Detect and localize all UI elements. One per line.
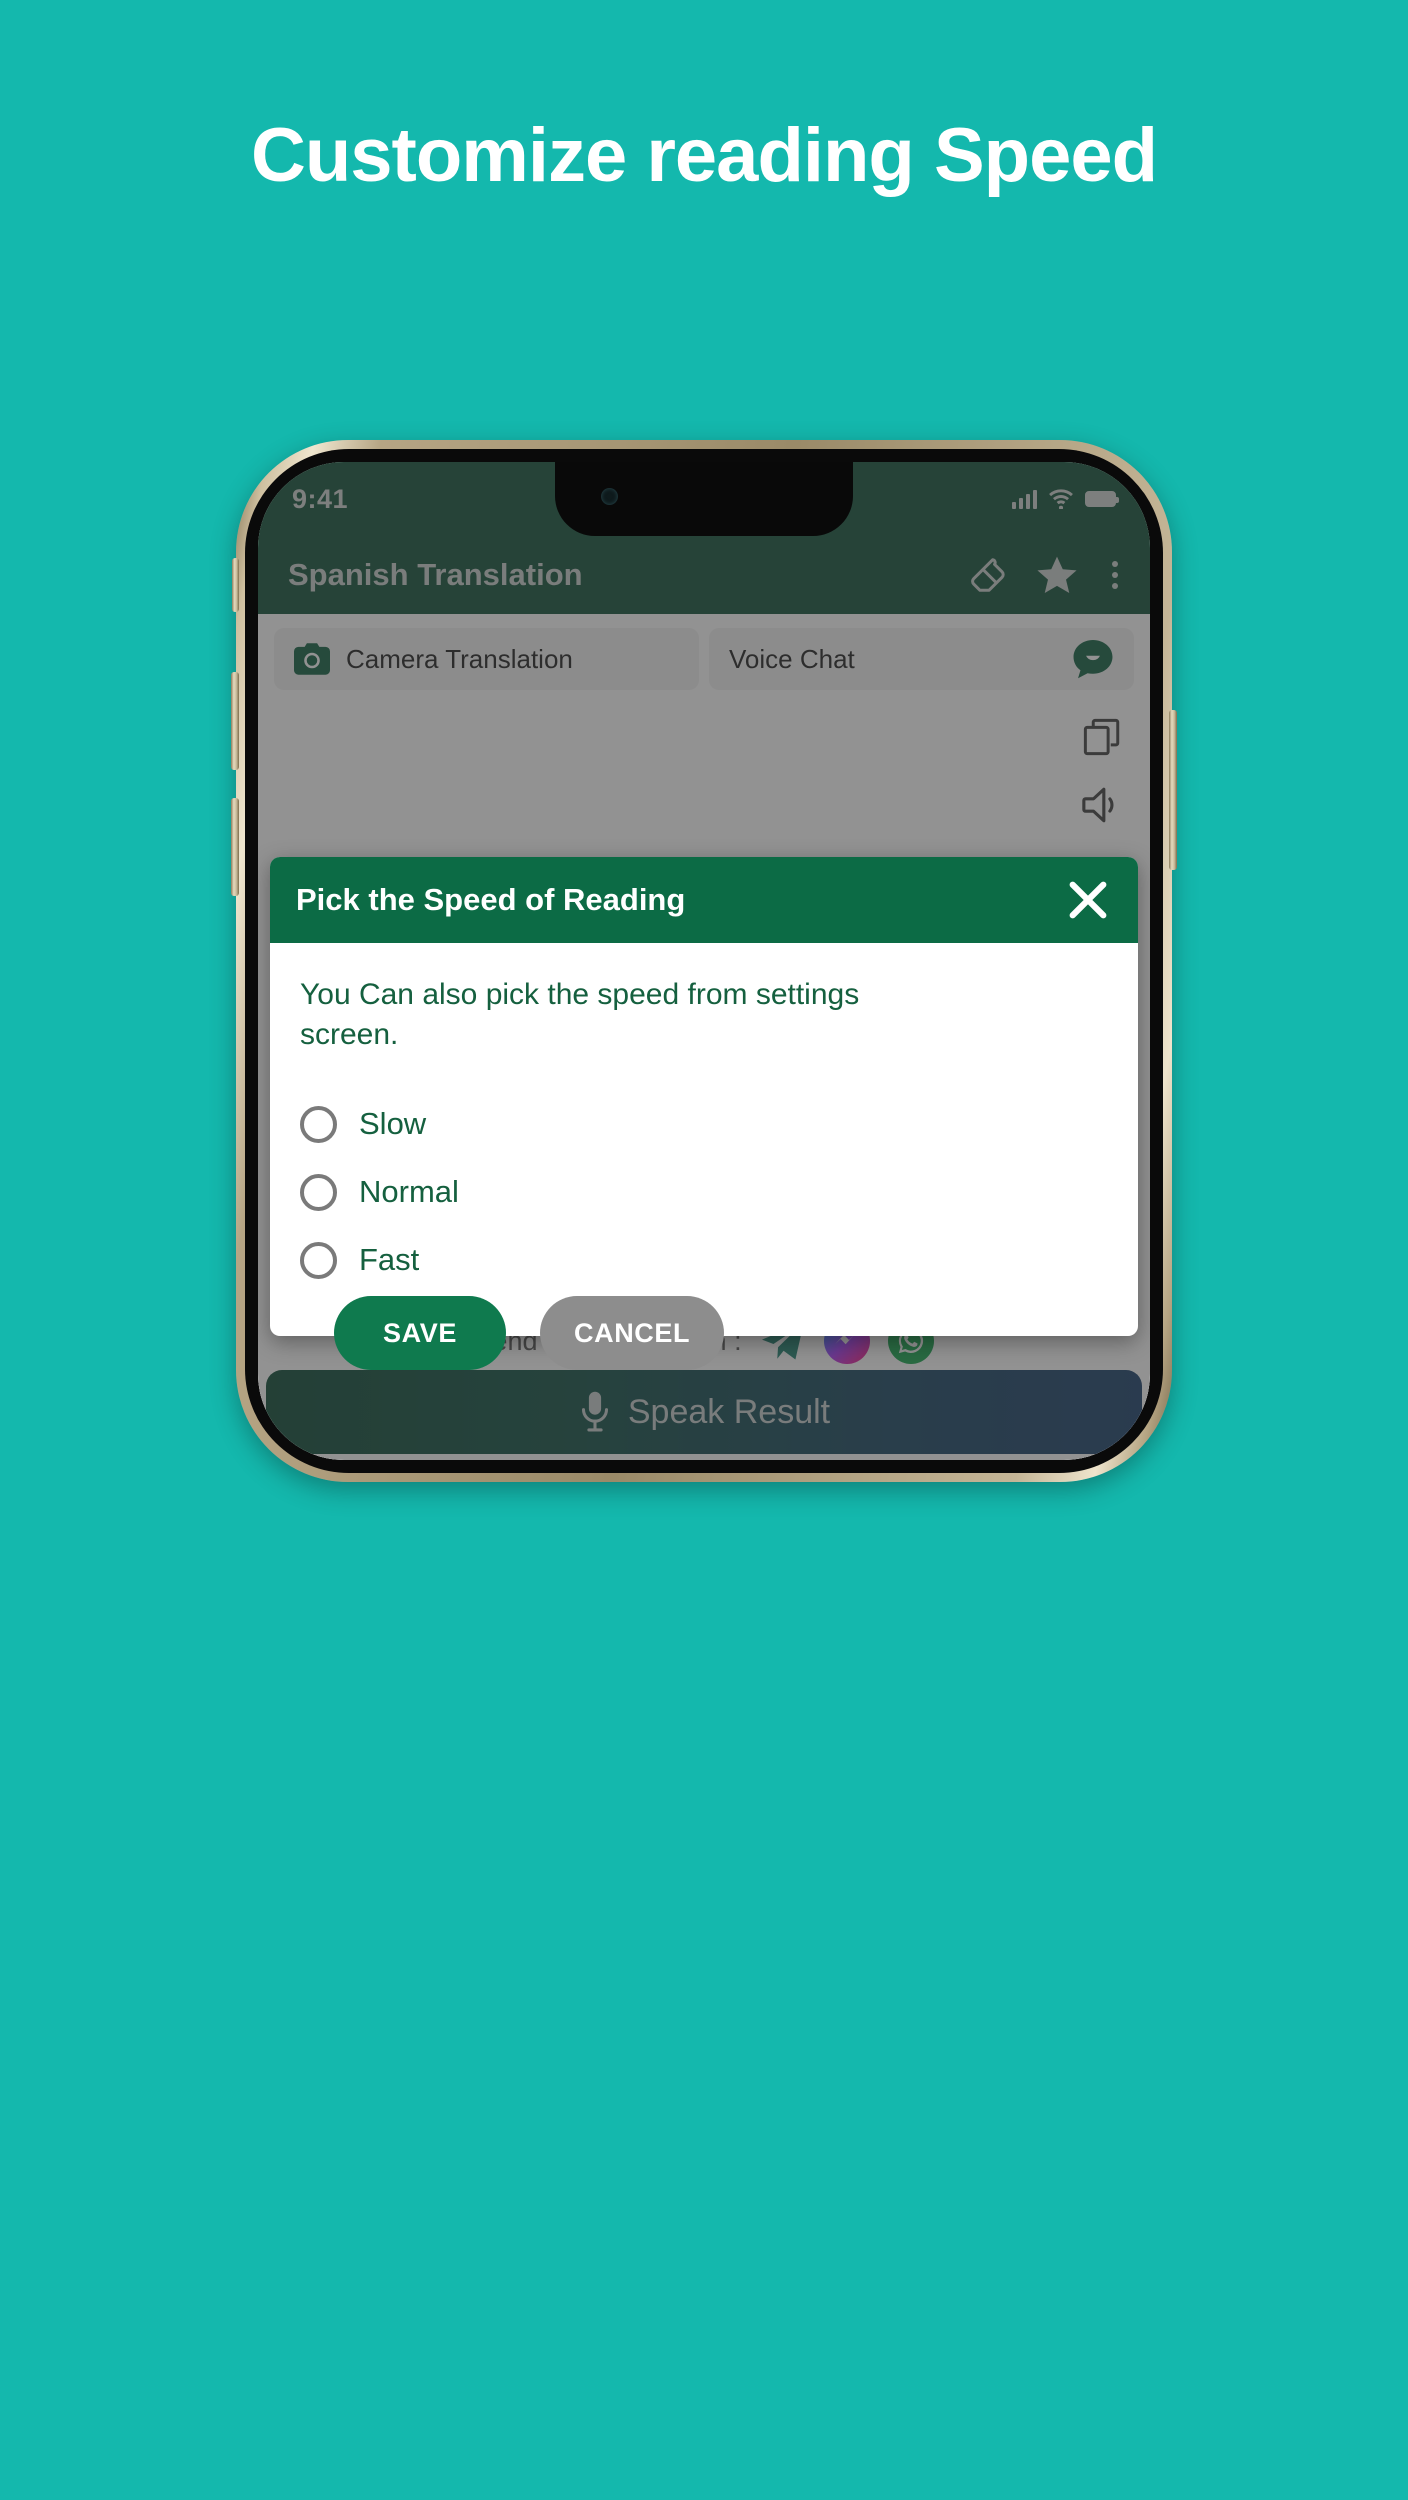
radio-option-normal[interactable]: Normal xyxy=(300,1158,1108,1226)
power-button[interactable] xyxy=(1169,710,1177,870)
display-notch xyxy=(555,462,853,536)
page-title: Customize reading Speed xyxy=(250,113,1158,198)
save-button[interactable]: SAVE xyxy=(334,1296,506,1371)
dialog-title: Pick the Speed of Reading xyxy=(296,882,686,917)
phone-mockup: 9:41 Spanish Translation xyxy=(231,440,1177,1482)
silent-switch-button[interactable] xyxy=(232,558,239,612)
dialog-header: Pick the Speed of Reading xyxy=(270,857,1138,943)
radio-option-normal-label: Normal xyxy=(359,1174,459,1210)
front-camera-icon xyxy=(601,488,618,505)
speed-dialog: Pick the Speed of Reading You Can also p… xyxy=(270,857,1138,1371)
radio-button-icon[interactable] xyxy=(300,1105,337,1143)
radio-button-icon[interactable] xyxy=(300,1241,337,1279)
radio-option-fast[interactable]: Fast xyxy=(300,1226,1108,1294)
radio-option-slow[interactable]: Slow xyxy=(300,1090,1108,1158)
radio-button-icon[interactable] xyxy=(300,1173,337,1211)
dialog-message: You Can also pick the speed from setting… xyxy=(300,978,860,1051)
radio-option-slow-label: Slow xyxy=(359,1106,427,1142)
volume-up-button[interactable] xyxy=(231,672,239,770)
cancel-button[interactable]: CANCEL xyxy=(540,1296,725,1371)
radio-option-fast-label: Fast xyxy=(359,1242,420,1278)
close-icon[interactable] xyxy=(1062,874,1114,926)
dialog-body: You Can also pick the speed from setting… xyxy=(270,943,1138,1336)
dialog-actions: SAVE CANCEL xyxy=(270,1296,1138,1371)
volume-down-button[interactable] xyxy=(231,798,239,896)
phone-screen: 9:41 Spanish Translation xyxy=(258,462,1150,1460)
